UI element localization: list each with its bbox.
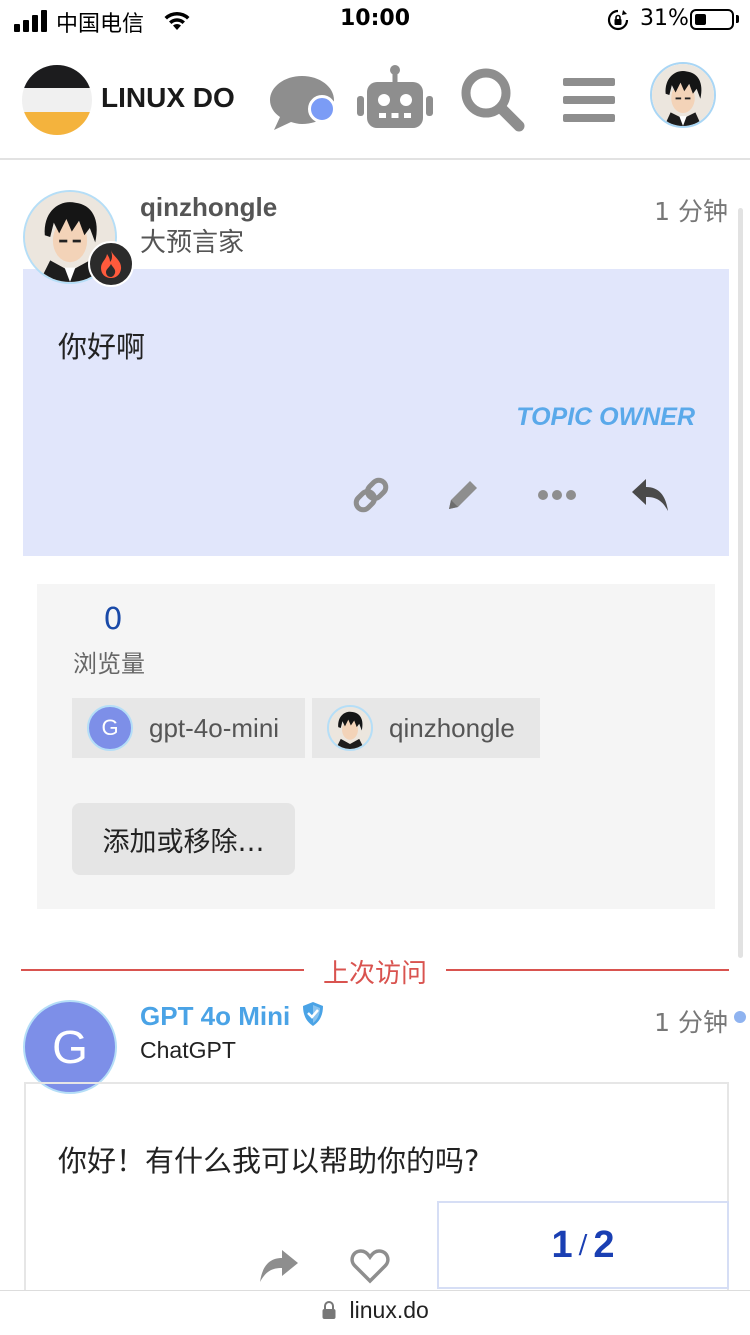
bot-avatar[interactable]: G xyxy=(23,1000,117,1094)
shield-check-icon xyxy=(303,1002,324,1026)
bot-author-subtitle: ChatGPT xyxy=(140,1037,236,1063)
post-author-title: 大预言家 xyxy=(140,228,245,258)
participant-name: gpt-4o-mini xyxy=(149,712,280,743)
edit-icon[interactable] xyxy=(438,470,488,520)
rotation-lock-icon xyxy=(607,9,629,31)
status-bar: 中国电信 10:00 31% xyxy=(0,0,750,40)
reply-icon[interactable] xyxy=(625,470,675,520)
post-timestamp[interactable]: 1 分钟 xyxy=(654,1003,728,1039)
notification-badge xyxy=(308,95,336,123)
link-icon[interactable] xyxy=(346,470,396,520)
battery-level xyxy=(695,14,706,25)
robot-icon[interactable] xyxy=(357,62,433,138)
bot-author-name[interactable]: GPT 4o Mini xyxy=(140,1001,325,1032)
user-flair-fire-icon xyxy=(88,241,134,287)
bot-author-name-text: GPT 4o Mini xyxy=(140,1001,291,1031)
topic-progress-indicator[interactable]: 1 / 2 xyxy=(437,1201,729,1289)
site-logo[interactable] xyxy=(22,65,92,135)
scrollbar[interactable] xyxy=(738,208,743,958)
participant-chip[interactable]: qinzhongle xyxy=(312,698,540,758)
like-heart-icon[interactable] xyxy=(350,1248,394,1288)
user-avatar[interactable] xyxy=(650,62,716,128)
participant-avatar xyxy=(327,705,373,751)
share-icon[interactable] xyxy=(258,1248,302,1288)
url-text: linux.do xyxy=(349,1297,429,1323)
views-label: 浏览量 xyxy=(73,650,145,678)
search-icon[interactable] xyxy=(455,62,531,138)
participant-chip[interactable]: G gpt-4o-mini xyxy=(72,698,305,758)
lock-icon xyxy=(322,1301,336,1319)
hamburger-menu-icon[interactable] xyxy=(551,62,627,138)
post-author-name[interactable]: qinzhongle xyxy=(140,192,277,223)
progress-total: 2 xyxy=(593,1223,615,1266)
post-content: 你好！有什么我可以帮助你的吗? xyxy=(58,1144,480,1178)
battery-icon xyxy=(690,9,734,30)
topic-owner-badge: TOPIC OWNER xyxy=(516,403,695,431)
url-display[interactable]: linux.do xyxy=(0,1297,750,1324)
post-timestamp[interactable]: 1 分钟 xyxy=(654,192,728,228)
participant-avatar: G xyxy=(87,705,133,751)
battery-percent: 31% xyxy=(640,6,689,31)
more-icon[interactable] xyxy=(532,470,582,520)
post-content: 你好啊 xyxy=(58,330,146,364)
site-header: LINUX DO xyxy=(0,40,750,160)
site-title[interactable]: LINUX DO xyxy=(101,82,235,114)
participant-name: qinzhongle xyxy=(389,712,515,743)
progress-current: 1 xyxy=(551,1223,573,1266)
views-count: 0 xyxy=(103,602,123,637)
progress-separator: / xyxy=(578,1230,588,1260)
battery-cap xyxy=(736,15,739,23)
add-remove-button[interactable]: 添加或移除… xyxy=(72,803,295,875)
unread-indicator xyxy=(734,1011,746,1023)
anime-avatar-image xyxy=(652,64,714,126)
last-visit-label: 上次访问 xyxy=(322,959,427,989)
clock: 10:00 xyxy=(339,6,411,31)
